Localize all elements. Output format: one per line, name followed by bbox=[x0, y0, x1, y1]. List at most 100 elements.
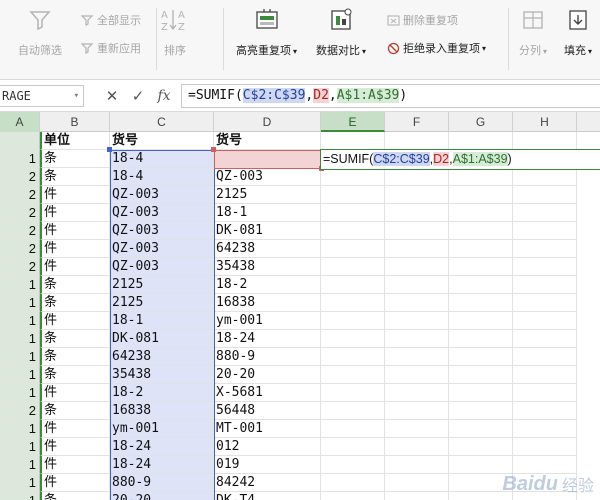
cell-h[interactable] bbox=[513, 366, 577, 384]
count-cell[interactable]: 2 bbox=[0, 240, 40, 258]
count-cell[interactable]: 2 bbox=[0, 186, 40, 204]
cell-h[interactable] bbox=[513, 384, 577, 402]
cell-c[interactable]: 18-1 bbox=[110, 312, 214, 330]
criteria-handle[interactable] bbox=[211, 147, 216, 152]
worksheet-grid[interactable]: A B C D E F G H 单位 货号 货号 1 条 18-4 18-4 2 条 18-… bbox=[0, 112, 600, 500]
cell-g[interactable] bbox=[449, 420, 513, 438]
count-cell[interactable]: 1 bbox=[0, 492, 40, 500]
reapply-button[interactable]: 重新应用 bbox=[80, 40, 141, 56]
cell-d[interactable]: X-5681 bbox=[214, 384, 321, 402]
insert-function-icon[interactable]: fx bbox=[154, 86, 174, 106]
formula-input[interactable]: =SUMIF(C$2:C$39,D2,A$1:A$39) bbox=[181, 84, 600, 108]
cell-g[interactable] bbox=[449, 294, 513, 312]
cell-h[interactable] bbox=[513, 186, 577, 204]
count-cell[interactable]: 2 bbox=[0, 258, 40, 276]
cell-e[interactable] bbox=[321, 456, 385, 474]
count-cell[interactable]: 1 bbox=[0, 438, 40, 456]
column-header-c[interactable]: C bbox=[110, 112, 214, 132]
cell-b[interactable]: 件 bbox=[40, 456, 110, 474]
cell-e[interactable] bbox=[321, 294, 385, 312]
cell-d[interactable]: 019 bbox=[214, 456, 321, 474]
cell-b[interactable]: 条 bbox=[40, 150, 110, 168]
count-cell[interactable]: 1 bbox=[0, 312, 40, 330]
delete-duplicates-button[interactable]: 删除重复项 bbox=[386, 12, 458, 28]
cell-d[interactable]: DK-T4 bbox=[214, 492, 321, 500]
cell-d[interactable]: 18-4 bbox=[214, 150, 321, 168]
chevron-down-icon[interactable]: ▾ bbox=[74, 86, 79, 106]
cell-b[interactable]: 件 bbox=[40, 312, 110, 330]
cell-c[interactable]: 16838 bbox=[110, 402, 214, 420]
data-compare-button[interactable]: 数据对比 ▾ bbox=[316, 6, 366, 58]
cell-g[interactable] bbox=[449, 240, 513, 258]
cell-f[interactable] bbox=[385, 276, 449, 294]
split-column-button[interactable]: 分列 ▾ bbox=[518, 6, 548, 58]
cell-b[interactable]: 条 bbox=[40, 366, 110, 384]
cell-e[interactable] bbox=[321, 492, 385, 500]
cell-g[interactable] bbox=[449, 258, 513, 276]
cell-e[interactable] bbox=[321, 420, 385, 438]
cell-h[interactable] bbox=[513, 312, 577, 330]
count-cell[interactable]: 1 bbox=[0, 366, 40, 384]
header-unit[interactable]: 单位 bbox=[40, 132, 110, 150]
highlight-duplicates-button[interactable]: 高亮重复项 ▾ bbox=[236, 6, 297, 58]
reject-duplicates-button[interactable]: 拒绝录入重复项 ▾ bbox=[386, 40, 486, 56]
cell-h[interactable] bbox=[513, 348, 577, 366]
cell-e[interactable] bbox=[321, 312, 385, 330]
cell-g[interactable] bbox=[449, 204, 513, 222]
cell-h1[interactable] bbox=[513, 132, 577, 150]
cell-h[interactable] bbox=[513, 294, 577, 312]
cell-d[interactable]: 20-20 bbox=[214, 366, 321, 384]
cell-e[interactable] bbox=[321, 348, 385, 366]
header-item-no-c[interactable]: 货号 bbox=[110, 132, 214, 150]
cell-f[interactable] bbox=[385, 438, 449, 456]
cell-f[interactable] bbox=[385, 420, 449, 438]
cell-d[interactable]: 64238 bbox=[214, 240, 321, 258]
cell-f[interactable] bbox=[385, 258, 449, 276]
cell-e[interactable] bbox=[321, 330, 385, 348]
cell-d[interactable]: MT-001 bbox=[214, 420, 321, 438]
cell-g[interactable] bbox=[449, 222, 513, 240]
cell-c[interactable]: 64238 bbox=[110, 348, 214, 366]
cell-h[interactable] bbox=[513, 402, 577, 420]
cell-c[interactable]: QZ-003 bbox=[110, 258, 214, 276]
autofilter-button[interactable]: 自动筛选 bbox=[18, 6, 62, 58]
cell-b[interactable]: 条 bbox=[40, 294, 110, 312]
cell-e[interactable] bbox=[321, 168, 385, 186]
sort-button[interactable]: A Z A Z 排序 bbox=[160, 6, 190, 58]
cell-e[interactable] bbox=[321, 402, 385, 420]
cell-b[interactable]: 件 bbox=[40, 258, 110, 276]
column-header-a[interactable]: A bbox=[0, 112, 40, 132]
cell-c[interactable]: 18-24 bbox=[110, 438, 214, 456]
cell-e[interactable] bbox=[321, 186, 385, 204]
count-cell[interactable]: 1 bbox=[0, 474, 40, 492]
cell-f[interactable] bbox=[385, 168, 449, 186]
cell-c[interactable]: 35438 bbox=[110, 366, 214, 384]
confirm-icon[interactable]: ✓ bbox=[128, 86, 148, 106]
column-header-d[interactable]: D bbox=[214, 112, 321, 132]
cell-g[interactable] bbox=[449, 402, 513, 420]
cell-f[interactable] bbox=[385, 240, 449, 258]
count-cell[interactable]: 2 bbox=[0, 204, 40, 222]
cell-b[interactable]: 件 bbox=[40, 240, 110, 258]
count-cell[interactable]: 1 bbox=[0, 456, 40, 474]
cell-f[interactable] bbox=[385, 492, 449, 500]
count-cell[interactable]: 1 bbox=[0, 330, 40, 348]
cell-f[interactable] bbox=[385, 330, 449, 348]
cell-e[interactable] bbox=[321, 276, 385, 294]
count-cell[interactable]: 1 bbox=[0, 348, 40, 366]
cell-b[interactable]: 件 bbox=[40, 420, 110, 438]
cell-h[interactable] bbox=[513, 276, 577, 294]
count-cell[interactable]: 1 bbox=[0, 276, 40, 294]
cell-b[interactable]: 件 bbox=[40, 222, 110, 240]
column-header-e[interactable]: E bbox=[321, 112, 385, 132]
cell-d[interactable]: 56448 bbox=[214, 402, 321, 420]
cell-f1[interactable] bbox=[385, 132, 449, 150]
cell-f[interactable] bbox=[385, 456, 449, 474]
cell-c[interactable]: 880-9 bbox=[110, 474, 214, 492]
cell-e1[interactable] bbox=[321, 132, 385, 150]
cell-h[interactable] bbox=[513, 258, 577, 276]
cell-f[interactable] bbox=[385, 366, 449, 384]
cell-b[interactable]: 条 bbox=[40, 348, 110, 366]
cell-e[interactable] bbox=[321, 222, 385, 240]
cell-b[interactable]: 件 bbox=[40, 438, 110, 456]
